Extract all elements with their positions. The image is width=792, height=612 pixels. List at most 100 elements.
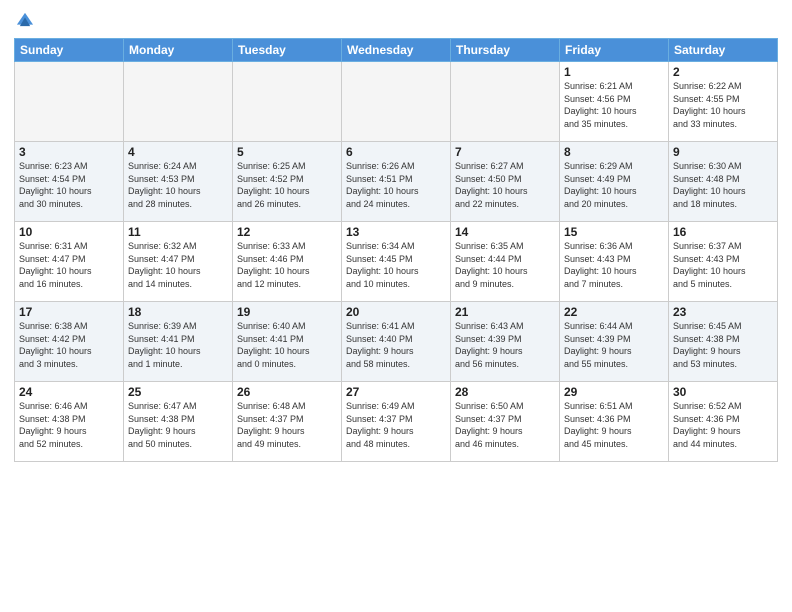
calendar-header-row: SundayMondayTuesdayWednesdayThursdayFrid…	[15, 39, 778, 62]
calendar-cell: 12Sunrise: 6:33 AM Sunset: 4:46 PM Dayli…	[233, 222, 342, 302]
day-info: Sunrise: 6:31 AM Sunset: 4:47 PM Dayligh…	[19, 240, 119, 290]
day-number: 7	[455, 145, 555, 159]
weekday-header: Monday	[124, 39, 233, 62]
calendar-cell: 2Sunrise: 6:22 AM Sunset: 4:55 PM Daylig…	[669, 62, 778, 142]
calendar-cell: 15Sunrise: 6:36 AM Sunset: 4:43 PM Dayli…	[560, 222, 669, 302]
day-number: 28	[455, 385, 555, 399]
calendar-week-row: 10Sunrise: 6:31 AM Sunset: 4:47 PM Dayli…	[15, 222, 778, 302]
day-number: 11	[128, 225, 228, 239]
calendar-cell: 6Sunrise: 6:26 AM Sunset: 4:51 PM Daylig…	[342, 142, 451, 222]
calendar-cell: 13Sunrise: 6:34 AM Sunset: 4:45 PM Dayli…	[342, 222, 451, 302]
calendar-cell: 3Sunrise: 6:23 AM Sunset: 4:54 PM Daylig…	[15, 142, 124, 222]
day-info: Sunrise: 6:50 AM Sunset: 4:37 PM Dayligh…	[455, 400, 555, 450]
calendar-cell: 7Sunrise: 6:27 AM Sunset: 4:50 PM Daylig…	[451, 142, 560, 222]
day-number: 5	[237, 145, 337, 159]
day-info: Sunrise: 6:23 AM Sunset: 4:54 PM Dayligh…	[19, 160, 119, 210]
weekday-header: Thursday	[451, 39, 560, 62]
logo	[14, 10, 40, 32]
day-number: 17	[19, 305, 119, 319]
day-number: 10	[19, 225, 119, 239]
day-number: 24	[19, 385, 119, 399]
day-info: Sunrise: 6:37 AM Sunset: 4:43 PM Dayligh…	[673, 240, 773, 290]
day-number: 30	[673, 385, 773, 399]
day-info: Sunrise: 6:51 AM Sunset: 4:36 PM Dayligh…	[564, 400, 664, 450]
day-info: Sunrise: 6:41 AM Sunset: 4:40 PM Dayligh…	[346, 320, 446, 370]
calendar-cell	[124, 62, 233, 142]
day-number: 26	[237, 385, 337, 399]
day-info: Sunrise: 6:45 AM Sunset: 4:38 PM Dayligh…	[673, 320, 773, 370]
calendar-cell: 5Sunrise: 6:25 AM Sunset: 4:52 PM Daylig…	[233, 142, 342, 222]
day-info: Sunrise: 6:25 AM Sunset: 4:52 PM Dayligh…	[237, 160, 337, 210]
day-number: 18	[128, 305, 228, 319]
day-info: Sunrise: 6:33 AM Sunset: 4:46 PM Dayligh…	[237, 240, 337, 290]
weekday-header: Wednesday	[342, 39, 451, 62]
calendar-cell: 11Sunrise: 6:32 AM Sunset: 4:47 PM Dayli…	[124, 222, 233, 302]
day-number: 8	[564, 145, 664, 159]
day-info: Sunrise: 6:30 AM Sunset: 4:48 PM Dayligh…	[673, 160, 773, 210]
calendar-cell: 8Sunrise: 6:29 AM Sunset: 4:49 PM Daylig…	[560, 142, 669, 222]
day-number: 29	[564, 385, 664, 399]
calendar-table: SundayMondayTuesdayWednesdayThursdayFrid…	[14, 38, 778, 462]
calendar-cell: 4Sunrise: 6:24 AM Sunset: 4:53 PM Daylig…	[124, 142, 233, 222]
day-info: Sunrise: 6:32 AM Sunset: 4:47 PM Dayligh…	[128, 240, 228, 290]
day-number: 3	[19, 145, 119, 159]
day-number: 27	[346, 385, 446, 399]
calendar-cell: 9Sunrise: 6:30 AM Sunset: 4:48 PM Daylig…	[669, 142, 778, 222]
day-info: Sunrise: 6:38 AM Sunset: 4:42 PM Dayligh…	[19, 320, 119, 370]
day-number: 6	[346, 145, 446, 159]
day-info: Sunrise: 6:47 AM Sunset: 4:38 PM Dayligh…	[128, 400, 228, 450]
calendar-week-row: 17Sunrise: 6:38 AM Sunset: 4:42 PM Dayli…	[15, 302, 778, 382]
day-number: 16	[673, 225, 773, 239]
logo-icon	[14, 10, 36, 32]
day-number: 25	[128, 385, 228, 399]
calendar-cell: 26Sunrise: 6:48 AM Sunset: 4:37 PM Dayli…	[233, 382, 342, 462]
day-number: 15	[564, 225, 664, 239]
calendar-cell: 28Sunrise: 6:50 AM Sunset: 4:37 PM Dayli…	[451, 382, 560, 462]
calendar-cell: 16Sunrise: 6:37 AM Sunset: 4:43 PM Dayli…	[669, 222, 778, 302]
calendar-cell: 19Sunrise: 6:40 AM Sunset: 4:41 PM Dayli…	[233, 302, 342, 382]
calendar-cell: 30Sunrise: 6:52 AM Sunset: 4:36 PM Dayli…	[669, 382, 778, 462]
calendar-cell: 20Sunrise: 6:41 AM Sunset: 4:40 PM Dayli…	[342, 302, 451, 382]
day-number: 9	[673, 145, 773, 159]
calendar-cell: 21Sunrise: 6:43 AM Sunset: 4:39 PM Dayli…	[451, 302, 560, 382]
day-number: 20	[346, 305, 446, 319]
calendar-cell: 22Sunrise: 6:44 AM Sunset: 4:39 PM Dayli…	[560, 302, 669, 382]
day-number: 4	[128, 145, 228, 159]
calendar-cell: 10Sunrise: 6:31 AM Sunset: 4:47 PM Dayli…	[15, 222, 124, 302]
calendar-cell	[233, 62, 342, 142]
day-info: Sunrise: 6:26 AM Sunset: 4:51 PM Dayligh…	[346, 160, 446, 210]
day-info: Sunrise: 6:34 AM Sunset: 4:45 PM Dayligh…	[346, 240, 446, 290]
day-number: 19	[237, 305, 337, 319]
day-info: Sunrise: 6:49 AM Sunset: 4:37 PM Dayligh…	[346, 400, 446, 450]
calendar-week-row: 1Sunrise: 6:21 AM Sunset: 4:56 PM Daylig…	[15, 62, 778, 142]
day-number: 12	[237, 225, 337, 239]
day-info: Sunrise: 6:52 AM Sunset: 4:36 PM Dayligh…	[673, 400, 773, 450]
calendar-cell: 17Sunrise: 6:38 AM Sunset: 4:42 PM Dayli…	[15, 302, 124, 382]
day-info: Sunrise: 6:44 AM Sunset: 4:39 PM Dayligh…	[564, 320, 664, 370]
day-info: Sunrise: 6:39 AM Sunset: 4:41 PM Dayligh…	[128, 320, 228, 370]
day-info: Sunrise: 6:40 AM Sunset: 4:41 PM Dayligh…	[237, 320, 337, 370]
day-info: Sunrise: 6:43 AM Sunset: 4:39 PM Dayligh…	[455, 320, 555, 370]
day-number: 21	[455, 305, 555, 319]
header	[14, 10, 778, 32]
calendar-week-row: 24Sunrise: 6:46 AM Sunset: 4:38 PM Dayli…	[15, 382, 778, 462]
day-info: Sunrise: 6:29 AM Sunset: 4:49 PM Dayligh…	[564, 160, 664, 210]
calendar-week-row: 3Sunrise: 6:23 AM Sunset: 4:54 PM Daylig…	[15, 142, 778, 222]
day-number: 1	[564, 65, 664, 79]
day-info: Sunrise: 6:48 AM Sunset: 4:37 PM Dayligh…	[237, 400, 337, 450]
page: SundayMondayTuesdayWednesdayThursdayFrid…	[0, 0, 792, 612]
day-number: 23	[673, 305, 773, 319]
day-number: 2	[673, 65, 773, 79]
calendar-cell	[15, 62, 124, 142]
calendar-cell: 29Sunrise: 6:51 AM Sunset: 4:36 PM Dayli…	[560, 382, 669, 462]
weekday-header: Saturday	[669, 39, 778, 62]
calendar-cell: 1Sunrise: 6:21 AM Sunset: 4:56 PM Daylig…	[560, 62, 669, 142]
calendar-cell	[451, 62, 560, 142]
day-number: 14	[455, 225, 555, 239]
calendar-cell: 23Sunrise: 6:45 AM Sunset: 4:38 PM Dayli…	[669, 302, 778, 382]
day-number: 13	[346, 225, 446, 239]
day-number: 22	[564, 305, 664, 319]
day-info: Sunrise: 6:21 AM Sunset: 4:56 PM Dayligh…	[564, 80, 664, 130]
calendar-cell: 27Sunrise: 6:49 AM Sunset: 4:37 PM Dayli…	[342, 382, 451, 462]
day-info: Sunrise: 6:24 AM Sunset: 4:53 PM Dayligh…	[128, 160, 228, 210]
